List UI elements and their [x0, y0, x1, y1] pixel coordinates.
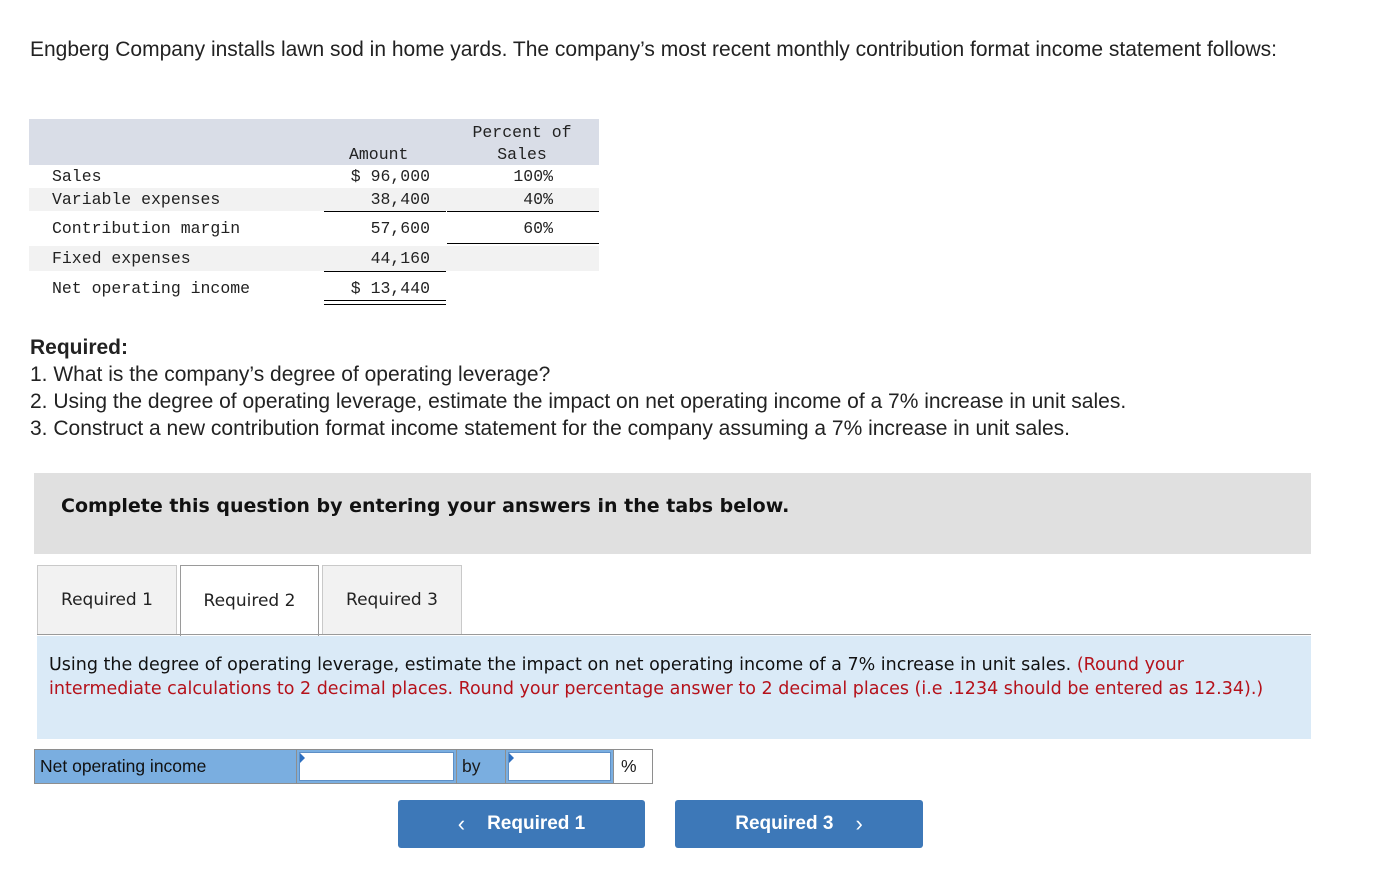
- required-title: Required:: [30, 336, 129, 359]
- table-header: Amount Percent of Sales: [29, 119, 599, 165]
- percent-field-wrapper: [506, 750, 614, 783]
- next-required-3-button[interactable]: Required 3 ›: [675, 800, 923, 848]
- tab-required-3[interactable]: Required 3: [322, 565, 462, 634]
- header-amount: Amount: [349, 145, 409, 164]
- chevron-right-icon: ›: [855, 811, 863, 836]
- impact-amount-input[interactable]: [299, 752, 454, 781]
- header-percent: Percent of Sales: [472, 123, 572, 164]
- table-row: Variable expenses 38,400 40%: [29, 188, 599, 212]
- question-panel: Using the degree of operating leverage, …: [37, 636, 1311, 739]
- tab-required-2[interactable]: Required 2: [180, 565, 319, 636]
- table-row: Net operating income $ 13,440: [29, 271, 599, 306]
- impact-amount-field-wrapper: [297, 750, 457, 783]
- table-row: Fixed expenses 44,160: [29, 246, 599, 272]
- tab-required-1[interactable]: Required 1: [37, 565, 177, 634]
- required-section: Required: 1. What is the company’s degre…: [30, 334, 1126, 442]
- problem-intro: Engberg Company installs lawn sod in hom…: [30, 38, 1277, 61]
- double-underline: [324, 300, 446, 305]
- tab-divider: [37, 634, 1311, 635]
- percent-unit: %: [614, 750, 652, 783]
- table-row: Sales $ 96,000 100%: [52, 167, 553, 186]
- instructions-banner: Complete this question by entering your …: [34, 473, 1311, 554]
- answer-row: Net operating income by %: [34, 749, 653, 784]
- chevron-left-icon: ‹: [457, 811, 466, 836]
- required-item-3: 3. Construct a new contribution format i…: [30, 417, 1071, 440]
- required-item-1: 1. What is the company’s degree of opera…: [30, 363, 551, 386]
- percent-input[interactable]: [508, 752, 611, 781]
- prev-required-1-button[interactable]: ‹ Required 1: [398, 800, 645, 848]
- by-label: by: [457, 750, 506, 783]
- required-item-2: 2. Using the degree of operating leverag…: [30, 390, 1127, 413]
- question-text: Using the degree of operating leverage, …: [49, 655, 1077, 675]
- answer-label: Net operating income: [35, 750, 297, 783]
- income-statement-table: Amount Percent of Sales Sales $ 96,000 1…: [29, 119, 599, 306]
- table-row: Contribution margin 57,600 60%: [29, 211, 599, 248]
